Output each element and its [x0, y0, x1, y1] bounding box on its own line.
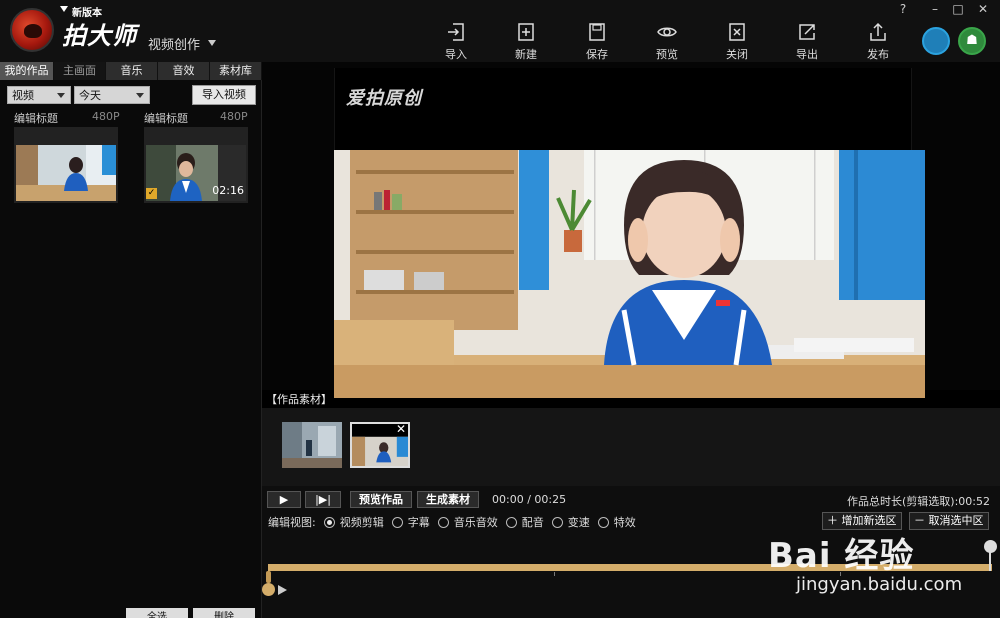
radio-label[interactable]: 音乐音效	[454, 514, 498, 530]
playhead-icon[interactable]	[278, 585, 287, 595]
publish-button[interactable]: 发布	[853, 22, 903, 62]
timeline-end-pin[interactable]	[989, 551, 991, 571]
help-icon[interactable]: ?	[895, 2, 911, 16]
left-panel: 我的作品 主画面 音乐 音效 素材库 视频 今天 导入视频 编辑标题 480P	[0, 62, 262, 618]
timeline-start-handle[interactable]	[262, 583, 275, 596]
export-label: 导出	[796, 48, 818, 61]
import-video-button[interactable]: 导入视频	[192, 85, 256, 105]
material-thumbnail[interactable]: ✕	[350, 422, 410, 468]
app-logo	[10, 8, 54, 52]
maximize-button[interactable]: □	[950, 2, 966, 16]
preview-work-button[interactable]: 预览作品	[350, 491, 412, 508]
export-button[interactable]: 导出	[782, 22, 832, 62]
clip-resolution: 480P	[220, 110, 248, 123]
time-readout: 00:00 / 00:25	[492, 493, 567, 506]
radio-subtitles[interactable]	[391, 516, 403, 528]
share-icon	[870, 22, 886, 41]
clip-thumbnail-image	[16, 145, 116, 201]
radio-dubbing[interactable]	[505, 516, 517, 528]
preview-button[interactable]: 预览	[642, 22, 692, 62]
remove-material-icon[interactable]: ✕	[396, 424, 406, 436]
window-close-button[interactable]: ✕	[975, 2, 991, 16]
radio-label[interactable]: 字幕	[408, 514, 430, 530]
tab-sound-effects[interactable]: 音效	[158, 62, 210, 80]
import-label: 导入	[445, 48, 467, 61]
material-thumbnail-image	[282, 422, 342, 468]
export-icon	[799, 24, 815, 40]
clip-thumbnail[interactable]: ✓ 02:16	[144, 127, 248, 203]
tab-music[interactable]: 音乐	[106, 62, 158, 80]
radio-video-edit[interactable]	[323, 516, 335, 528]
mode-select[interactable]: 视频创作	[148, 34, 200, 53]
clip-thumbnail[interactable]	[14, 127, 118, 203]
watermark-text: 爱拍原创	[346, 88, 422, 109]
close-label: 关闭	[726, 48, 748, 61]
radio-label[interactable]: 视频剪辑	[340, 514, 384, 530]
tab-my-works[interactable]: 我的作品	[0, 62, 54, 80]
timeline-end-handle[interactable]	[984, 540, 997, 553]
generate-material-button[interactable]: 生成素材	[417, 491, 479, 508]
step-button[interactable]: |▶|	[305, 491, 341, 508]
close-icon	[729, 23, 745, 41]
save-label: 保存	[586, 48, 608, 61]
total-duration: 作品总时长(剪辑选取):00:52	[847, 495, 990, 508]
android-button[interactable]: ☗	[958, 27, 986, 55]
edit-view-label: 编辑视图:	[268, 516, 316, 529]
timeline-start-pin[interactable]	[266, 571, 271, 583]
tab-material-library[interactable]: 素材库	[210, 62, 262, 80]
baidu-watermark: Bai 经验	[768, 536, 915, 576]
type-filter-value: 视频	[12, 89, 34, 102]
timeline-tick	[554, 572, 555, 576]
save-icon	[589, 23, 605, 41]
chevron-down-icon	[57, 93, 65, 98]
new-button[interactable]: 新建	[501, 22, 551, 62]
type-filter-select[interactable]: 视频	[7, 86, 71, 104]
chevron-down-icon[interactable]	[208, 40, 216, 46]
date-filter-value: 今天	[79, 89, 101, 102]
close-project-button[interactable]: 关闭	[712, 22, 762, 62]
import-icon	[448, 23, 464, 41]
android-icon: ☗	[966, 33, 978, 48]
baidu-watermark-url: jingyan.baidu.com	[796, 574, 963, 595]
radio-label[interactable]: 特效	[614, 514, 636, 530]
clip-title[interactable]: 编辑标题	[14, 110, 58, 126]
select-all-button[interactable]: 全选	[126, 608, 188, 618]
check-icon[interactable]: ✓	[146, 188, 157, 199]
radio-label[interactable]: 配音	[522, 514, 544, 530]
clip-title[interactable]: 编辑标题	[144, 110, 188, 126]
import-button[interactable]: 导入	[431, 22, 481, 62]
preview-area: 爱拍原创	[262, 62, 1000, 398]
new-label: 新建	[515, 48, 537, 61]
publish-label: 发布	[867, 48, 889, 61]
preview-label: 预览	[656, 48, 678, 61]
delete-button[interactable]: 删除	[193, 608, 255, 618]
eye-icon	[657, 27, 677, 37]
app-menu-arrow-icon[interactable]	[60, 6, 68, 12]
material-thumbnail[interactable]	[282, 422, 342, 468]
chevron-down-icon	[136, 93, 144, 98]
save-button[interactable]: 保存	[572, 22, 622, 62]
radio-speed[interactable]	[551, 516, 563, 528]
radio-label[interactable]: 变速	[568, 514, 590, 530]
new-icon	[518, 23, 534, 41]
left-tabs: 我的作品 主画面 音乐 音效 素材库	[0, 62, 262, 80]
materials-strip: ✕	[262, 408, 1000, 486]
play-button[interactable]: ▶	[267, 491, 301, 508]
materials-label: 【作品素材】	[266, 393, 332, 406]
radio-music-effects[interactable]	[437, 516, 449, 528]
app-name: 拍大师	[62, 21, 137, 50]
clip-duration: 02:16	[212, 184, 244, 197]
ios-button[interactable]	[922, 27, 950, 55]
top-bar: 新版本 拍大师 视频创作 导入 新建 保存 预览 关闭 导出 发布 ? – □ …	[0, 0, 1000, 62]
video-frame[interactable]	[334, 150, 925, 398]
minimize-button[interactable]: –	[927, 2, 943, 16]
edit-view-group: 编辑视图: 视频剪辑 字幕 音乐音效 配音 变速 特效	[268, 514, 636, 530]
date-filter-select[interactable]: 今天	[74, 86, 150, 104]
radio-effects[interactable]	[597, 516, 609, 528]
tab-main-screen[interactable]: 主画面	[54, 62, 106, 80]
clip-resolution: 480P	[92, 110, 120, 123]
cancel-selection-button[interactable]: － 取消选中区	[909, 512, 989, 530]
